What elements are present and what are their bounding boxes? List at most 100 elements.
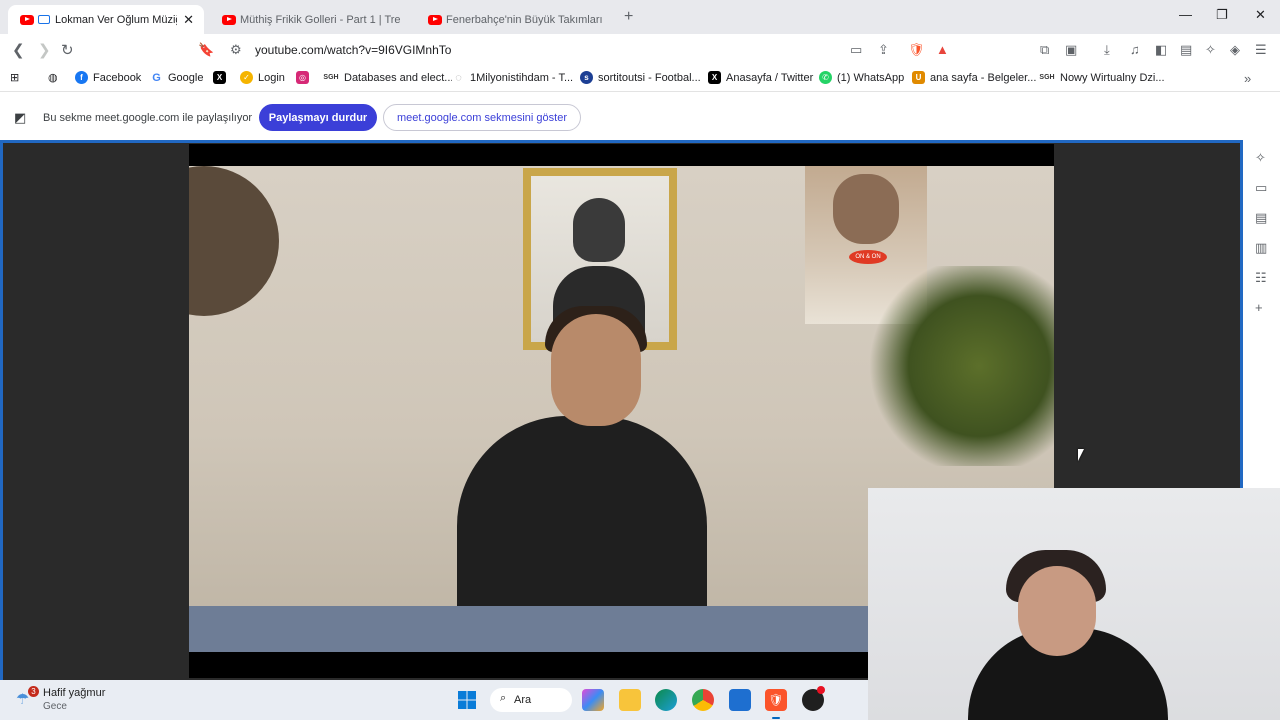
potted-plant [859, 266, 1054, 466]
bookmark-login[interactable]: ✓ Login [240, 71, 285, 84]
bookmark-label: Facebook [93, 71, 142, 84]
search-icon: ⌕ [500, 692, 507, 704]
file-explorer-icon[interactable] [619, 689, 641, 711]
wallet-icon[interactable]: ▤ [1255, 210, 1267, 226]
bookmark-databases[interactable]: SGH Databases and elect... [323, 71, 453, 84]
youtube-icon [222, 14, 236, 25]
tab-title: Fenerbahçe'nin Büyük Takımları Yıktı [446, 13, 602, 26]
menu-icon[interactable]: ☰ [1255, 42, 1267, 58]
copilot-icon[interactable] [582, 689, 604, 711]
globe-icon: ◌ [452, 71, 465, 84]
close-window-icon[interactable]: ✕ [1255, 7, 1266, 23]
download-icon[interactable]: ⤓ [1104, 42, 1110, 58]
forward-icon[interactable]: ❯ [38, 41, 51, 59]
bookmark-label: (1) WhatsApp [837, 71, 905, 84]
bookmark-label: Databases and elect... [344, 71, 454, 84]
globe-icon[interactable]: ◍ [48, 71, 58, 84]
weather-title: Hafif yağmur [43, 687, 106, 699]
brave-running-indicator [772, 717, 780, 719]
show-meet-tab-button[interactable]: meet.google.com sekmesini göster [383, 104, 581, 131]
reload-icon[interactable]: ↻ [61, 41, 74, 59]
facebook-icon: f [75, 71, 88, 84]
udemy-icon: U [912, 71, 925, 84]
x-icon: X [213, 71, 226, 84]
bookmark-label: Login [258, 71, 285, 84]
share-icon[interactable]: ⇪ [878, 42, 889, 58]
address-bar[interactable]: youtube.com/watch?v=9I6VGIMnhTo [255, 43, 451, 57]
windows-taskbar: ☂ 3 Hafif yağmur Gece ⌕ Ara 🛡 [0, 680, 868, 720]
close-tab-icon[interactable]: ✕ [183, 12, 194, 28]
share-status-text: Bu sekme meet.google.com ile paylaşılıyo… [43, 112, 253, 124]
tab-title: Müthiş Frikik Golleri - Part 1 | Trendy [240, 13, 400, 26]
bookmark-label: Nowy Wirtualny Dzi... [1060, 71, 1165, 84]
playlist-icon[interactable]: ▭ [1255, 180, 1267, 196]
bookmark-x[interactable]: X [213, 71, 231, 84]
leo-icon[interactable]: ✧ [1205, 42, 1216, 58]
bookmark-whatsapp[interactable]: ✆ (1) WhatsApp [819, 71, 904, 84]
bookmark-anasayfa[interactable]: U ana sayfa - Belgeler... [912, 71, 1036, 84]
webcam-overlay [868, 488, 1280, 720]
bookmark-icon[interactable]: 🔖 [198, 42, 214, 58]
new-tab-button[interactable]: + [624, 8, 633, 26]
login-icon: ✓ [240, 71, 253, 84]
more-bookmarks-icon[interactable]: » [1244, 71, 1251, 86]
minimize-icon[interactable]: — [1179, 7, 1192, 22]
brave-shields-icon[interactable]: 🛡 [908, 42, 925, 58]
browser-toolbar: ❮ ❯ ↻ 🔖 ⚙ youtube.com/watch?v=9I6VGIMnhT… [0, 34, 1280, 66]
instagram-icon: ◎ [296, 71, 309, 84]
tab-fenerbahce[interactable]: Fenerbahçe'nin Büyük Takımları Yıktı [416, 5, 612, 34]
bookmark-label: sortitoutsi - Footbal... [598, 71, 701, 84]
sgh-icon: SGH [323, 71, 339, 84]
weather-subtitle: Gece [43, 701, 67, 712]
share-infobar: ◩ Bu sekme meet.google.com ile paylaşılı… [0, 92, 1280, 140]
reading-list-icon[interactable]: ☷ [1255, 270, 1267, 286]
tab-frikik[interactable]: Müthiş Frikik Golleri - Part 1 | Trendy [210, 5, 410, 34]
screenshot-icon[interactable]: ▣ [1065, 42, 1077, 58]
bookmark-label: ana sayfa - Belgeler... [930, 71, 1037, 84]
leo-ai-icon[interactable]: ✧ [1255, 150, 1266, 166]
bookmark-sortitoutsi[interactable]: s sortitoutsi - Footbal... [580, 71, 701, 84]
extensions-icon[interactable]: ⧉ [1040, 42, 1049, 58]
media-icon[interactable]: ♫ [1130, 42, 1140, 57]
x-icon: X [708, 71, 721, 84]
site-settings-icon[interactable]: ⚙ [230, 42, 242, 58]
restore-icon[interactable]: ❐ [1216, 7, 1228, 23]
screen-share-icon: ◩ [14, 110, 27, 125]
bookmark-google[interactable]: G Google [150, 71, 203, 84]
add-panel-icon[interactable]: + [1255, 300, 1263, 315]
wallet-icon[interactable]: ▤ [1180, 42, 1192, 58]
edge-icon[interactable] [655, 689, 677, 711]
pip-person-head [1018, 566, 1096, 656]
vpn-icon[interactable]: ◈ [1230, 42, 1240, 58]
brave-rewards-icon[interactable]: ▲ [936, 42, 949, 57]
mouse-cursor [1078, 449, 1090, 461]
apps-icon[interactable]: ⊞ [10, 71, 19, 84]
sidebar-icon[interactable]: ◧ [1155, 42, 1167, 58]
start-button[interactable] [456, 689, 478, 711]
weather-badge: 3 [28, 686, 39, 697]
bookmark-facebook[interactable]: f Facebook [75, 71, 141, 84]
bookmark-twitter[interactable]: X Anasayfa / Twitter [708, 71, 813, 84]
cast-icon[interactable]: ▭ [850, 42, 862, 58]
tab-lokman[interactable]: Lokman Ver Oğlum Müziği | ( ✕ [8, 5, 204, 34]
brave-icon[interactable]: 🛡 [765, 689, 787, 711]
bookmark-label: Anasayfa / Twitter [726, 71, 814, 84]
side-panel: ✧ ▭ ▤ ▥ ☷ + [1243, 140, 1280, 488]
bookmark-nowy[interactable]: SGH Nowy Wirtualny Dzi... [1039, 71, 1165, 84]
bookmark-1milyon[interactable]: ◌ 1Milyonistihdam - T... [452, 71, 573, 84]
poster-badge: ON & ON [849, 250, 887, 264]
wall-mirror [189, 166, 279, 316]
store-icon[interactable] [729, 689, 751, 711]
bookmark-instagram[interactable]: ◎ [296, 71, 314, 84]
recording-indicator [817, 686, 825, 694]
bookmarks-panel-icon[interactable]: ▥ [1255, 240, 1267, 256]
stop-sharing-button[interactable]: Paylaşmayı durdur [259, 104, 377, 131]
whatsapp-icon: ✆ [819, 71, 832, 84]
back-icon[interactable]: ❮ [12, 41, 25, 59]
youtube-icon [428, 14, 442, 25]
search-label: Ara [514, 694, 532, 706]
chrome-icon[interactable] [692, 689, 714, 711]
bookmark-label: Google [168, 71, 204, 84]
bookmark-label: 1Milyonistihdam - T... [470, 71, 574, 84]
taskbar-search[interactable]: ⌕ Ara [490, 688, 572, 712]
